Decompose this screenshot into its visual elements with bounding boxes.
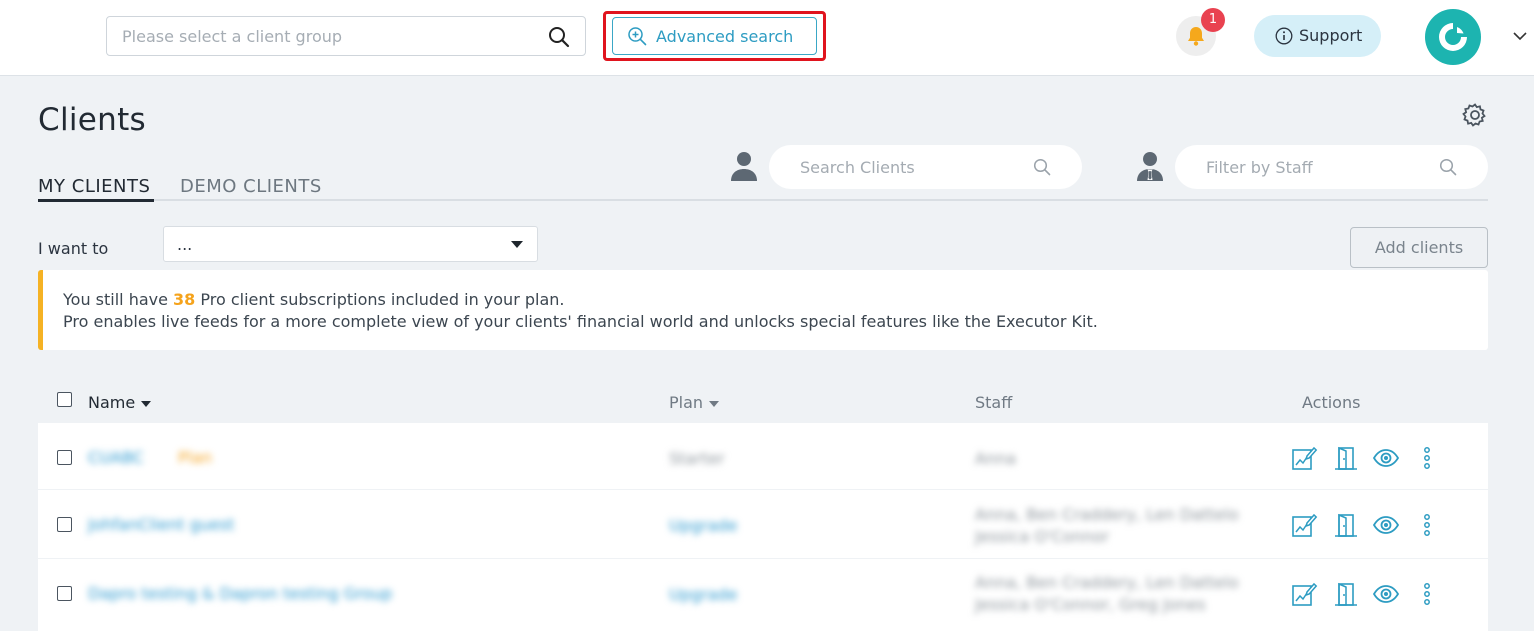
column-header-actions: Actions	[1302, 393, 1361, 412]
notification-count-badge: 1	[1201, 8, 1225, 32]
filter-staff-input[interactable]: Filter by Staff	[1175, 145, 1488, 189]
client-staff: Anna, Ben Craddery, Len Dattelo	[975, 573, 1239, 592]
row-checkbox[interactable]	[57, 517, 72, 532]
tab-demo-clients[interactable]: DEMO CLIENTS	[180, 176, 322, 197]
column-header-name[interactable]: Name	[88, 393, 152, 412]
row-checkbox[interactable]	[57, 450, 72, 465]
more-options-icon[interactable]	[1413, 580, 1441, 608]
client-group-placeholder: Please select a client group	[122, 27, 343, 46]
client-name-link[interactable]: CUABC	[88, 448, 144, 467]
support-label: Support	[1299, 26, 1363, 45]
search-clients-placeholder: Search Clients	[800, 158, 915, 177]
caret-down-icon	[511, 241, 523, 248]
support-button[interactable]: Support	[1254, 15, 1381, 57]
advanced-search-label: Advanced search	[656, 27, 794, 46]
table-row[interactable]: CUABC Plan Starter Anna	[38, 423, 1488, 489]
notice-line-2: Pro enables live feeds for a more comple…	[63, 312, 1098, 331]
column-header-plan[interactable]: Plan	[669, 393, 720, 412]
tabs-divider	[38, 199, 1488, 201]
action-select[interactable]: ...	[163, 226, 538, 262]
action-select-value: ...	[177, 235, 193, 254]
zoom-in-icon	[628, 27, 647, 46]
chevron-down-icon[interactable]	[1512, 30, 1528, 42]
search-icon[interactable]	[547, 25, 571, 49]
view-eye-icon[interactable]	[1372, 444, 1400, 472]
client-plan-upgrade-link[interactable]: Upgrade	[669, 585, 737, 604]
filter-staff-placeholder: Filter by Staff	[1206, 158, 1313, 177]
gear-icon[interactable]	[1462, 102, 1488, 128]
edit-report-icon[interactable]	[1290, 511, 1318, 539]
client-staff: Anna, Ben Craddery, Len Dattelo	[975, 505, 1239, 524]
view-eye-icon[interactable]	[1372, 580, 1400, 608]
row-checkbox[interactable]	[57, 586, 72, 601]
door-access-icon[interactable]	[1332, 511, 1360, 539]
select-all-checkbox[interactable]	[57, 392, 72, 407]
brand-logo-icon	[1439, 23, 1467, 51]
client-group-select[interactable]: Please select a client group	[106, 16, 586, 56]
more-options-icon[interactable]	[1413, 444, 1441, 472]
active-tab-indicator	[38, 199, 154, 202]
advanced-search-button[interactable]: Advanced search	[612, 17, 817, 55]
sort-caret-icon	[141, 400, 152, 407]
pro-count: 38	[173, 290, 196, 309]
edit-report-icon[interactable]	[1290, 580, 1318, 608]
tab-my-clients[interactable]: MY CLIENTS	[38, 176, 150, 197]
notice-text-pre: You still have	[63, 290, 174, 309]
client-plan: Starter	[669, 449, 725, 468]
search-clients-input[interactable]: Search Clients	[769, 145, 1082, 189]
more-options-icon[interactable]	[1413, 511, 1441, 539]
person-icon	[731, 152, 757, 181]
client-tag: Plan	[178, 448, 213, 467]
client-staff-line-2: Jessica O'Connor, Greg Jones	[975, 595, 1206, 614]
column-header-name-label: Name	[88, 393, 136, 412]
table-row[interactable]: JohfanClient guest Upgrade Anna, Ben Cra…	[38, 490, 1488, 558]
pro-subscription-notice: You still have 38 Pro client subscriptio…	[38, 270, 1488, 350]
client-staff-line-2: Jessica O'Connor	[975, 527, 1109, 546]
top-bar: Please select a client group Advanced se…	[0, 0, 1534, 76]
add-clients-button[interactable]: Add clients	[1350, 227, 1488, 268]
search-icon	[1033, 158, 1051, 176]
edit-report-icon[interactable]	[1290, 444, 1318, 472]
table-row[interactable]: Dapro testing & Dapron testing Group Upg…	[38, 559, 1488, 631]
staff-icon	[1137, 152, 1163, 181]
i-want-to-label: I want to	[38, 239, 109, 258]
page-title: Clients	[38, 102, 146, 138]
door-access-icon[interactable]	[1332, 444, 1360, 472]
notice-line-1: You still have 38 Pro client subscriptio…	[63, 290, 565, 309]
door-access-icon[interactable]	[1332, 580, 1360, 608]
view-eye-icon[interactable]	[1372, 511, 1400, 539]
client-staff: Anna	[975, 449, 1017, 468]
notice-text-post: Pro client subscriptions included in you…	[195, 290, 565, 309]
client-plan-upgrade-link[interactable]: Upgrade	[669, 516, 737, 535]
sort-caret-icon	[709, 400, 720, 407]
client-name-link[interactable]: Dapro testing & Dapron testing Group	[88, 584, 392, 603]
client-name-link[interactable]: JohfanClient guest	[88, 515, 234, 534]
user-avatar[interactable]	[1425, 9, 1481, 65]
info-icon	[1275, 27, 1293, 45]
column-header-staff: Staff	[975, 393, 1013, 412]
column-header-plan-label: Plan	[669, 393, 704, 412]
search-icon	[1439, 158, 1457, 176]
